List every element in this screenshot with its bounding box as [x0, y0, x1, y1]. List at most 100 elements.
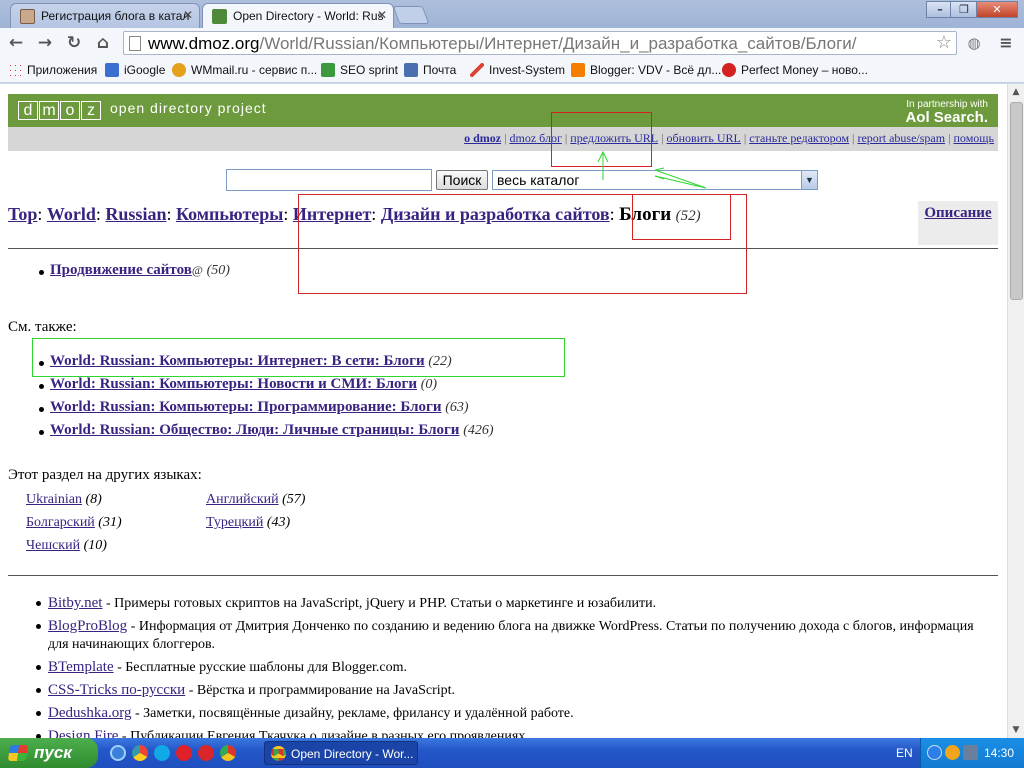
- annotation-arrows: [597, 150, 707, 189]
- scroll-down-icon[interactable]: ▼: [1008, 722, 1024, 738]
- taskbar-item-chrome[interactable]: Open Directory - Wor...: [264, 741, 418, 765]
- yandex-icon[interactable]: [198, 745, 214, 761]
- forward-arrow-icon[interactable]: →: [34, 32, 56, 54]
- tray-app-icon[interactable]: [945, 745, 960, 760]
- opera-icon[interactable]: [176, 745, 192, 761]
- vertical-scrollbar[interactable]: ▲ ▼: [1007, 84, 1024, 738]
- bookmark-label: Приложения: [27, 63, 98, 77]
- browser-toolbar: ← → ↻ ⌂ www.dmoz.org/World/Russian/Компь…: [0, 28, 1024, 58]
- start-button[interactable]: пуск: [0, 738, 98, 768]
- list-item: World: Russian: Общество: Люди: Личные с…: [39, 422, 494, 445]
- chrome-icon[interactable]: [220, 745, 236, 761]
- back-arrow-icon[interactable]: ←: [5, 32, 27, 54]
- site-description: - Примеры готовых скриптов на JavaScript…: [102, 596, 657, 611]
- site-description: - Бесплатные русские шаблоны для Blogger…: [113, 660, 408, 675]
- bookmark-apps[interactable]: Приложения: [8, 63, 97, 77]
- bookmark-mail[interactable]: Почта: [404, 63, 456, 77]
- language-link[interactable]: Чешский: [26, 538, 80, 553]
- language-item: Английский (57): [206, 492, 305, 508]
- clock: 14:30: [983, 746, 1014, 760]
- language-indicator[interactable]: EN: [896, 746, 913, 760]
- tab-close-icon[interactable]: ✕: [183, 8, 193, 22]
- close-window-button[interactable]: ✕: [976, 1, 1018, 18]
- windows-flag-icon: [7, 745, 29, 761]
- site-link[interactable]: CSS-Tricks по-русски: [48, 682, 185, 698]
- mail-envelope-icon: [404, 63, 418, 77]
- list-item: World: Russian: Компьютеры: Программиров…: [39, 399, 494, 422]
- site-link[interactable]: BlogProBlog: [48, 618, 127, 634]
- tab-close-icon[interactable]: ✕: [377, 8, 387, 22]
- skype-icon[interactable]: [154, 745, 170, 761]
- perfect-money-icon: [722, 63, 736, 77]
- see-also-count: (63): [445, 400, 469, 415]
- wmmail-icon: [172, 63, 186, 77]
- language-link[interactable]: Ukrainian: [26, 492, 82, 507]
- tray-back-icon[interactable]: [927, 745, 942, 760]
- bookmark-invest-system[interactable]: Invest-System: [470, 63, 565, 77]
- language-link[interactable]: Турецкий: [206, 515, 263, 530]
- language-count: (43): [266, 515, 291, 530]
- taskbar-item-label: Open Directory - Wor...: [291, 747, 414, 761]
- list-item: Bitby.net - Примеры готовых скриптов на …: [36, 594, 983, 613]
- bookmark-seo-sprint[interactable]: SEO sprint: [321, 63, 398, 77]
- ie-icon[interactable]: [110, 745, 126, 761]
- bookmark-label: Perfect Money – ново...: [741, 63, 868, 77]
- language-item: Ukrainian (8): [26, 492, 102, 508]
- language-count: (8): [85, 492, 102, 507]
- tab-title: Регистрация блога в катал: [41, 9, 190, 23]
- igoogle-icon: [105, 63, 119, 77]
- language-count: (57): [282, 492, 306, 507]
- list-item: BTemplate - Бесплатные русские шаблоны д…: [36, 658, 983, 677]
- chrome-icon: [271, 746, 286, 761]
- address-bar[interactable]: www.dmoz.org/World/Russian/Компьютеры/Ин…: [123, 31, 957, 55]
- language-count: (31): [98, 515, 122, 530]
- reload-icon[interactable]: ↻: [63, 32, 85, 54]
- site-list: Bitby.net - Примеры готовых скриптов на …: [36, 594, 983, 738]
- bookmark-igoogle[interactable]: iGoogle: [105, 63, 165, 77]
- scroll-up-icon[interactable]: ▲: [1008, 84, 1024, 100]
- bookmark-star-icon[interactable]: ☆: [936, 32, 952, 53]
- list-item: BlogProBlog - Информация от Дмитрия Донч…: [36, 617, 983, 654]
- blogger-icon: [571, 63, 585, 77]
- network-icon[interactable]: [963, 745, 978, 760]
- list-item: CSS-Tricks по-русски - Вёрстка и програм…: [36, 681, 983, 700]
- tab-open-directory[interactable]: Open Directory - World: Rus ✕: [202, 3, 394, 28]
- new-tab-button[interactable]: [392, 6, 430, 24]
- see-also-link[interactable]: World: Russian: Общество: Люди: Личные с…: [50, 422, 459, 438]
- site-description: - Публикации Евгения Ткачука о дизайне в…: [118, 729, 529, 738]
- seo-sprint-icon: [321, 63, 335, 77]
- menu-wrench-icon[interactable]: ≡: [995, 32, 1017, 54]
- site-link[interactable]: BTemplate: [48, 659, 114, 675]
- language-link[interactable]: Английский: [206, 492, 279, 507]
- site-link[interactable]: Dedushka.org: [48, 705, 131, 721]
- url-text[interactable]: www.dmoz.org/World/Russian/Компьютеры/Ин…: [148, 34, 857, 54]
- page-icon: [129, 36, 141, 51]
- browser-icon[interactable]: [132, 745, 148, 761]
- site-description: - Вёрстка и программирование на JavaScri…: [185, 683, 456, 698]
- home-icon[interactable]: ⌂: [92, 32, 114, 54]
- bookmark-label: iGoogle: [124, 63, 166, 77]
- bookmark-blogger[interactable]: Blogger: VDV - Всё дл...: [571, 63, 721, 77]
- url-path: /World/Russian/Компьютеры/Интернет/Дизай…: [259, 34, 857, 53]
- avatar-favicon-icon: [20, 9, 35, 24]
- start-label: пуск: [34, 743, 72, 762]
- other-languages-label: Этот раздел на других языках:: [8, 467, 202, 483]
- maximize-button[interactable]: ❐: [950, 1, 978, 18]
- windows-taskbar: пуск Open Directory - Wor... EN 14:30: [0, 738, 1024, 768]
- bookmark-wmmail[interactable]: WMmail.ru - сервис п...: [172, 63, 317, 77]
- site-link[interactable]: Bitby.net: [48, 595, 102, 611]
- bookmark-label: SEO sprint: [340, 63, 399, 77]
- bookmark-label: Почта: [423, 63, 457, 77]
- see-also-link[interactable]: World: Russian: Компьютеры: Программиров…: [50, 399, 442, 415]
- list-item: Design Fire - Публикации Евгения Ткачука…: [36, 727, 983, 738]
- system-tray: 14:30: [920, 738, 1024, 768]
- list-item: Dedushka.org - Заметки, посвящённые диза…: [36, 704, 983, 723]
- tab-blog-registration[interactable]: Регистрация блога в катал ✕: [10, 3, 200, 28]
- tab-bar: Регистрация блога в катал ✕ Open Directo…: [0, 0, 1024, 28]
- extension-globe-icon[interactable]: ◍: [963, 32, 985, 54]
- bookmark-perfect-money[interactable]: Perfect Money – ново...: [722, 63, 868, 77]
- site-link[interactable]: Design Fire: [48, 728, 118, 738]
- language-link[interactable]: Болгарский: [26, 515, 95, 530]
- scrollbar-thumb[interactable]: [1010, 102, 1023, 300]
- page-viewport: d m o z open directory project In partnershi…: [0, 84, 1007, 738]
